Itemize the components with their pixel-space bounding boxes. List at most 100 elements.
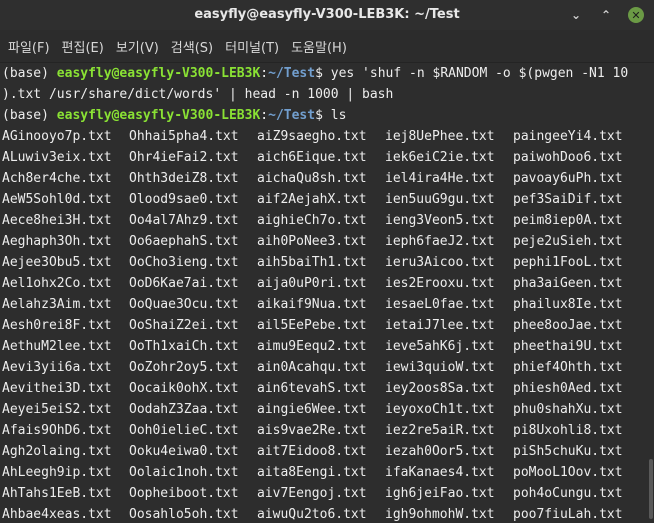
file-name: ait7Eidoo8.txt — [257, 444, 367, 459]
command-line-2: (base) easyfly@easyfly-V300-LEB3K:~/Test… — [2, 105, 654, 126]
file-name: phiesh0Aed.txt — [513, 381, 623, 396]
prompt-path: ~/Test — [268, 66, 316, 81]
file-name: ail5EePebe.txt — [257, 318, 367, 333]
file-name: phu0shahXu.txt — [513, 402, 623, 417]
file-name: ietaiJ7lee.txt — [385, 318, 495, 333]
file-name: aija0uP0ri.txt — [257, 276, 367, 291]
file-name: ien5uuG9gu.txt — [385, 192, 495, 207]
prompt-colon: : — [260, 66, 269, 81]
ls-row: Aesh0rei8F.txt OoShaiZ2ei.txt ail5EePebe.t… — [2, 315, 654, 336]
file-name: ieph6faeJ2.txt — [385, 234, 495, 249]
scrollbar[interactable] — [648, 63, 654, 523]
file-name: poh4oCungu.txt — [513, 486, 623, 501]
file-name: Aevithei3D.txt — [2, 381, 112, 396]
conda-env: (base) — [2, 108, 57, 123]
file-name: Olood9sae0.txt — [129, 192, 239, 207]
file-name: Aece8hei3H.txt — [2, 213, 112, 228]
file-name: aighieCh7o.txt — [257, 213, 367, 228]
title-bar[interactable]: easyfly@easyfly-V300-LEB3K: ~/Test ⌄ ⌃ ✕ — [0, 0, 654, 30]
file-name: iez2re5aiR.txt — [385, 423, 495, 438]
file-name: ALuwiv3eix.txt — [2, 150, 112, 165]
menu-help[interactable]: 도움말(H) — [286, 37, 352, 56]
ls-row: Aece8hei3H.txt Oo4al7Ahz9.txt aighieCh7o.t… — [2, 210, 654, 231]
file-name: aich6Eique.txt — [257, 150, 367, 165]
file-name: aichaQu8sh.txt — [257, 171, 367, 186]
scrollbar-thumb[interactable] — [649, 459, 653, 519]
menu-view[interactable]: 보기(V) — [111, 37, 164, 56]
conda-env: (base) — [2, 66, 57, 81]
file-name: aingie6Wee.txt — [257, 402, 367, 417]
command-line-1-wrap: ).txt /usr/share/dict/words' | head -n 1… — [2, 87, 394, 102]
file-name: aita8Eengi.txt — [257, 465, 367, 480]
file-name: Oosahlo5oh.txt — [129, 507, 239, 522]
file-name: paingeeYi4.txt — [513, 129, 623, 144]
file-name: Oocaik0ohX.txt — [129, 381, 239, 396]
file-name: Ooh0ielieC.txt — [129, 423, 239, 438]
ls-row: Aeyei5eiS2.txt OodahZ3Zaa.txt aingie6Wee.t… — [2, 399, 654, 420]
ls-row: Ahbae4xeas.txt Oosahlo5oh.txt aiwuQu2to6.t… — [2, 504, 654, 523]
file-name: piSh5chuKu.txt — [513, 444, 623, 459]
file-name: AhLeegh9ip.txt — [2, 465, 112, 480]
file-name: OoD6Kae7ai.txt — [129, 276, 239, 291]
menu-file[interactable]: 파일(F) — [3, 37, 55, 56]
file-name: iewi3quioW.txt — [385, 360, 495, 375]
menu-search[interactable]: 검색(S) — [166, 37, 218, 56]
file-name: OoZohr2oy5.txt — [129, 360, 239, 375]
file-name: Aejee3Obu5.txt — [2, 255, 112, 270]
file-name: AethuM2lee.txt — [2, 339, 112, 354]
file-name: phief4Ohth.txt — [513, 360, 623, 375]
file-name: Oopheiboot.txt — [129, 486, 239, 501]
file-name: pephi1FooL.txt — [513, 255, 623, 270]
file-name: aih5baiTh1.txt — [257, 255, 367, 270]
file-name: iej8UePhee.txt — [385, 129, 495, 144]
prompt-path: ~/Test — [268, 108, 316, 123]
file-name: iey2oos8Sa.txt — [385, 381, 495, 396]
file-name: ais9vae2Re.txt — [257, 423, 367, 438]
close-icon[interactable]: ✕ — [628, 7, 644, 23]
prompt-user-host: easyfly@easyfly-V300-LEB3K — [56, 108, 261, 123]
file-name: pavoay6uPh.txt — [513, 171, 623, 186]
prompt-dollar: $ — [315, 108, 331, 123]
file-name: ieve5ahK6j.txt — [385, 339, 495, 354]
file-name: OoQuae3Ocu.txt — [129, 297, 239, 312]
file-name: peim8iep0A.txt — [513, 213, 623, 228]
ls-row: Aeghaph3Oh.txt Oo6aephahS.txt aih0PoNee3.t… — [2, 231, 654, 252]
file-name: Agh2olaing.txt — [2, 444, 112, 459]
file-name: Ahbae4xeas.txt — [2, 507, 112, 522]
ls-row: Aejee3Obu5.txt OoCho3ieng.txt aih5baiTh1.t… — [2, 252, 654, 273]
file-name: AhTahs1EeB.txt — [2, 486, 112, 501]
terminal-output[interactable]: (base) easyfly@easyfly-V300-LEB3K:~/Test… — [0, 63, 654, 523]
ls-row: Aevithei3D.txt Oocaik0ohX.txt ain6tevahS.t… — [2, 378, 654, 399]
file-name: iezah0Oor5.txt — [385, 444, 495, 459]
file-name: Aeyei5eiS2.txt — [2, 402, 112, 417]
file-name: paiwohDoo6.txt — [513, 150, 623, 165]
file-name: iek6eiC2ie.txt — [385, 150, 495, 165]
file-name: OoShaiZ2ei.txt — [129, 318, 239, 333]
file-name: Oolaic1noh.txt — [129, 465, 239, 480]
file-name: ies2Erooxu.txt — [385, 276, 495, 291]
file-name: OoCho3ieng.txt — [129, 255, 239, 270]
file-name: igh9ohmohW.txt — [385, 507, 495, 522]
file-name: Ooku4eiwa0.txt — [129, 444, 239, 459]
file-name: peje2uSieh.txt — [513, 234, 623, 249]
prompt-colon: : — [260, 108, 269, 123]
window-controls: ⌄ ⌃ ✕ — [568, 7, 644, 23]
prompt-user-host: easyfly@easyfly-V300-LEB3K — [56, 66, 261, 81]
maximize-icon[interactable]: ⌃ — [598, 7, 614, 23]
ls-row: Afais9OhD6.txt Ooh0ielieC.txt ais9vae2Re.t… — [2, 420, 654, 441]
menu-edit[interactable]: 편집(E) — [57, 37, 109, 56]
file-name: aikaif9Nua.txt — [257, 297, 367, 312]
minimize-icon[interactable]: ⌄ — [568, 7, 584, 23]
ls-row: Aevi3yii6a.txt OoZohr2oy5.txt ain0Acahqu.t… — [2, 357, 654, 378]
ls-output: AGinooyo7p.txt Ohhai5pha4.txt aiZ9saegho.t… — [2, 126, 654, 523]
command-line-1: (base) easyfly@easyfly-V300-LEB3K:~/Test… — [2, 63, 654, 84]
file-name: ieng3Veon5.txt — [385, 213, 495, 228]
file-name: aiZ9saegho.txt — [257, 129, 367, 144]
file-name: AGinooyo7p.txt — [2, 129, 112, 144]
menu-terminal[interactable]: 터미널(T) — [220, 37, 284, 56]
file-name: poo7fiuLah.txt — [513, 507, 623, 522]
file-name: Ohth3deiZ8.txt — [129, 171, 239, 186]
file-name: aih0PoNee3.txt — [257, 234, 367, 249]
file-name: Aelahz3Aim.txt — [2, 297, 112, 312]
file-name: Oo6aephahS.txt — [129, 234, 239, 249]
